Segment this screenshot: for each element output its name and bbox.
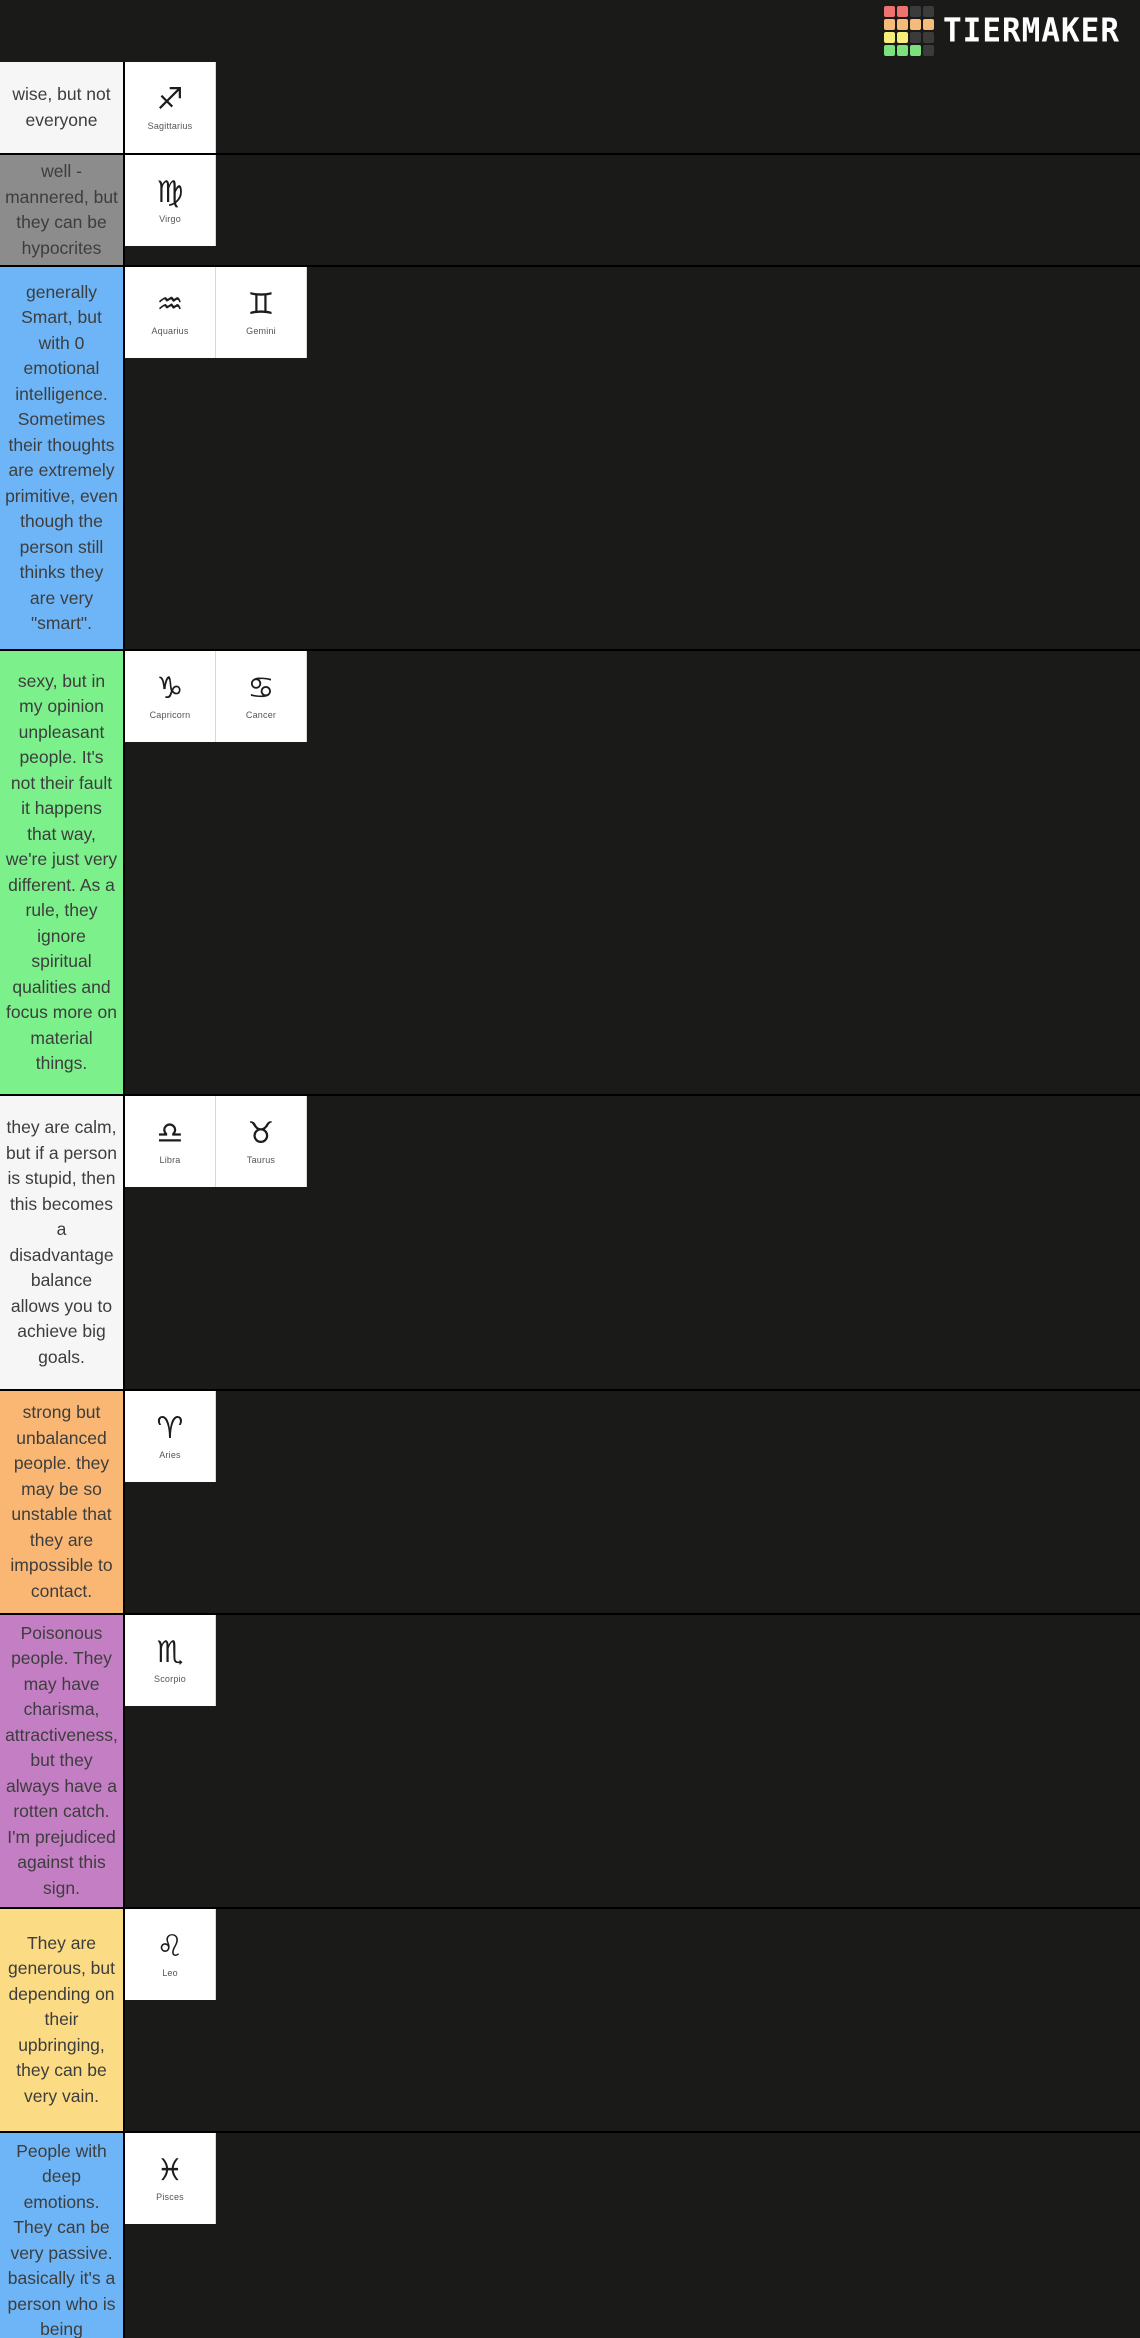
logo-cell-3-1 xyxy=(897,45,909,56)
tier-row: well - mannered, but they can be hypocri… xyxy=(0,155,1140,267)
tier-items-container[interactable]: ♎ Libra ♉ Taurus xyxy=(125,1096,1140,1389)
tier-items-container[interactable]: ♒ Aquarius ♊ Gemini xyxy=(125,267,1140,649)
logo-cell-2-1 xyxy=(897,32,909,43)
tier-item-label: Scorpio xyxy=(154,1673,186,1684)
tier-row: sexy, but in my opinion unpleasant peopl… xyxy=(0,651,1140,1096)
capricorn-icon: ♑ xyxy=(156,670,184,706)
tier-items-container[interactable]: ♍ Virgo xyxy=(125,155,1140,265)
tier-item-label: Taurus xyxy=(246,1154,276,1165)
tier-item[interactable]: ♐ Sagittarius xyxy=(125,62,216,153)
tier-label[interactable]: strong but unbalanced people. they may b… xyxy=(0,1391,125,1613)
tier-label[interactable]: People with deep emotions. They can be v… xyxy=(0,2133,125,2338)
tier-label[interactable]: sexy, but in my opinion unpleasant peopl… xyxy=(0,651,125,1094)
tier-label[interactable]: Poisonous people. They may have charisma… xyxy=(0,1615,125,1907)
sagittarius-icon: ♐ xyxy=(156,81,184,117)
logo-cell-1-3 xyxy=(923,19,935,30)
logo-cell-2-3 xyxy=(923,32,935,43)
logo-cell-1-0 xyxy=(884,19,896,30)
tier-item[interactable]: ♈ Aries xyxy=(125,1391,216,1482)
tier-item-label: Sagittarius xyxy=(147,120,193,131)
logo-cell-0-2 xyxy=(910,6,922,17)
gemini-icon: ♊ xyxy=(247,286,275,322)
tier-row: People with deep emotions. They can be v… xyxy=(0,2133,1140,2338)
tier-label[interactable]: well - mannered, but they can be hypocri… xyxy=(0,155,125,265)
tier-label[interactable]: wise, but not everyone xyxy=(0,62,125,153)
tier-label[interactable]: generally Smart, but with 0 emotional in… xyxy=(0,267,125,649)
logo-cell-3-0 xyxy=(884,45,896,56)
tier-item[interactable]: ♏ Scorpio xyxy=(125,1615,216,1706)
tier-list: wise, but not everyone ♐ Sagittarius well -… xyxy=(0,62,1140,2338)
tier-item-label: Virgo xyxy=(159,213,181,224)
tier-items-container[interactable]: ♏ Scorpio xyxy=(125,1615,1140,1907)
tier-item-label: Cancer xyxy=(245,709,277,720)
tier-item-label: Gemini xyxy=(246,325,276,336)
tier-item-label: Aries xyxy=(159,1449,181,1460)
tier-label[interactable]: They are generous, but depending on thei… xyxy=(0,1909,125,2131)
logo-cell-2-2 xyxy=(910,32,922,43)
logo-wordmark: TIERMAKER xyxy=(943,12,1120,50)
tier-items-container[interactable]: ♈ Aries xyxy=(125,1391,1140,1613)
tier-items-container[interactable]: ♌ Leo xyxy=(125,1909,1140,2131)
tier-item-label: Capricorn xyxy=(149,709,191,720)
tier-item[interactable]: ♓ Pisces xyxy=(125,2133,216,2224)
tier-item[interactable]: ♒ Aquarius xyxy=(125,267,216,358)
tier-items-container[interactable]: ♑ Capricorn ♋ Cancer xyxy=(125,651,1140,1094)
tier-item[interactable]: ♉ Taurus xyxy=(216,1096,307,1187)
logo-cell-1-1 xyxy=(897,19,909,30)
tier-row: wise, but not everyone ♐ Sagittarius xyxy=(0,62,1140,155)
logo-cell-3-3 xyxy=(923,45,935,56)
tier-items-container[interactable]: ♓ Pisces xyxy=(125,2133,1140,2338)
tier-item[interactable]: ♑ Capricorn xyxy=(125,651,216,742)
logo-grid-icon xyxy=(884,6,935,56)
tiermaker-page: TIERMAKER wise, but not everyone ♐ Sagitta… xyxy=(0,0,1140,2338)
scorpio-icon: ♏ xyxy=(156,1634,184,1670)
tier-item-label: Libra xyxy=(159,1154,181,1165)
tier-row: Poisonous people. They may have charisma… xyxy=(0,1615,1140,1909)
tier-row: strong but unbalanced people. they may b… xyxy=(0,1391,1140,1615)
libra-icon: ♎ xyxy=(156,1115,184,1151)
tier-item[interactable]: ♊ Gemini xyxy=(216,267,307,358)
tier-item[interactable]: ♍ Virgo xyxy=(125,155,216,246)
page-header: TIERMAKER xyxy=(0,0,1140,62)
tier-item-label: Leo xyxy=(162,1967,178,1978)
cancer-icon: ♋ xyxy=(247,670,275,706)
aquarius-icon: ♒ xyxy=(156,286,184,322)
tier-item-label: Aquarius xyxy=(151,325,189,336)
logo-cell-2-0 xyxy=(884,32,896,43)
tier-item-label: Pisces xyxy=(156,2191,184,2202)
virgo-icon: ♍ xyxy=(156,174,184,210)
tier-items-container[interactable]: ♐ Sagittarius xyxy=(125,62,1140,153)
logo-cell-1-2 xyxy=(910,19,922,30)
logo-cell-3-2 xyxy=(910,45,922,56)
tier-item[interactable]: ♋ Cancer xyxy=(216,651,307,742)
tier-label[interactable]: they are calm, but if a person is stupid… xyxy=(0,1096,125,1389)
pisces-icon: ♓ xyxy=(156,2152,184,2188)
taurus-icon: ♉ xyxy=(247,1115,275,1151)
tier-item[interactable]: ♌ Leo xyxy=(125,1909,216,2000)
tier-row: generally Smart, but with 0 emotional in… xyxy=(0,267,1140,651)
tier-row: They are generous, but depending on thei… xyxy=(0,1909,1140,2133)
logo-cell-0-1 xyxy=(897,6,909,17)
tier-item[interactable]: ♎ Libra xyxy=(125,1096,216,1187)
leo-icon: ♌ xyxy=(156,1928,184,1964)
tier-row: they are calm, but if a person is stupid… xyxy=(0,1096,1140,1391)
logo-cell-0-0 xyxy=(884,6,896,17)
aries-icon: ♈ xyxy=(156,1410,184,1446)
logo-cell-0-3 xyxy=(923,6,935,17)
tiermaker-logo[interactable]: TIERMAKER xyxy=(884,6,1120,56)
